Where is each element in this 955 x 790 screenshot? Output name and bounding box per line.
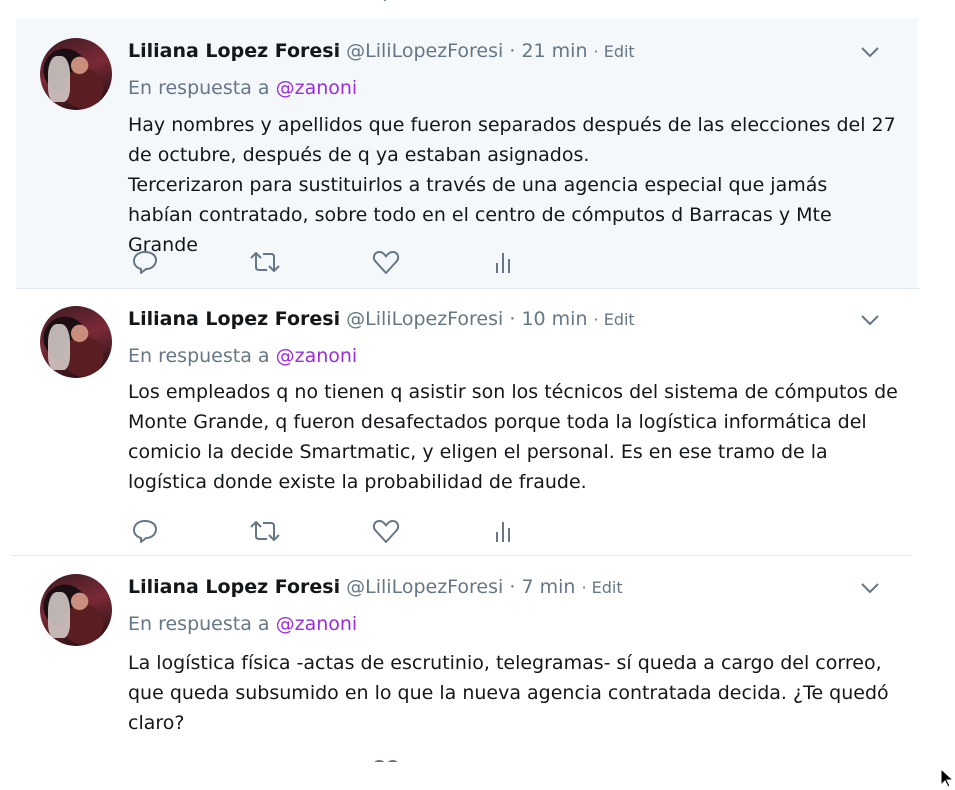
tweet[interactable]: Liliana Lopez Foresi @LiliLopezForesi · … — [0, 18, 955, 288]
tweet[interactable]: Liliana Lopez Foresi @LiliLopezForesi · … — [0, 556, 955, 762]
chevron-down-icon[interactable] — [858, 576, 882, 600]
reply-prefix: En respuesta a — [128, 345, 270, 367]
chevron-down-icon[interactable] — [858, 40, 882, 64]
tweet-header: Liliana Lopez Foresi @LiliLopezForesi · … — [128, 40, 635, 64]
tweet-text: Hay nombres y apellidos que fueron separ… — [128, 110, 898, 260]
edit-link[interactable]: · Edit — [594, 310, 635, 329]
timestamp[interactable]: 7 min — [521, 576, 575, 598]
analytics-icon[interactable] — [492, 0, 516, 6]
reply-prefix: En respuesta a — [128, 613, 270, 635]
tweet-header: Liliana Lopez Foresi @LiliLopezForesi · … — [128, 576, 623, 600]
heart-icon[interactable] — [371, 516, 401, 546]
mention-link[interactable]: @zanoni — [276, 77, 358, 99]
tweet-text-line: La logística física -actas de escrutinio… — [128, 652, 889, 734]
display-name[interactable]: Liliana Lopez Foresi — [128, 308, 340, 330]
tweet[interactable]: Liliana Lopez Foresi @LiliLopezForesi · … — [0, 288, 955, 556]
mouse-cursor-icon — [940, 768, 955, 788]
reply-context: En respuesta a @zanoni — [128, 613, 357, 635]
tweet-header: Liliana Lopez Foresi @LiliLopezForesi · … — [128, 308, 635, 332]
avatar[interactable] — [40, 306, 112, 378]
previous-tweet-actions — [0, 0, 955, 18]
analytics-icon[interactable] — [490, 247, 520, 277]
analytics-icon[interactable] — [490, 756, 520, 762]
edit-link[interactable]: · Edit — [594, 42, 635, 61]
chevron-down-icon[interactable] — [858, 308, 882, 332]
retweet-icon[interactable] — [253, 0, 283, 6]
separator-dot: · — [509, 308, 516, 330]
reply-context: En respuesta a @zanoni — [128, 345, 357, 367]
tweet-actions — [128, 247, 548, 277]
retweet-icon[interactable] — [248, 247, 282, 277]
tweet-text-line: Hay nombres y apellidos que fueron separ… — [128, 114, 896, 166]
tweet-text-line: Los empleados q no tienen q asistir son … — [128, 381, 898, 493]
mention-link[interactable]: @zanoni — [276, 613, 358, 635]
avatar[interactable] — [40, 574, 112, 646]
reply-context: En respuesta a @zanoni — [128, 77, 357, 99]
reply-prefix: En respuesta a — [128, 77, 270, 99]
reply-icon[interactable] — [135, 0, 157, 6]
display-name[interactable]: Liliana Lopez Foresi — [128, 40, 340, 62]
tweet-text: La logística física -actas de escrutinio… — [128, 648, 898, 738]
analytics-icon[interactable] — [490, 516, 520, 546]
heart-icon[interactable] — [374, 0, 396, 6]
retweet-icon[interactable] — [248, 516, 282, 546]
timestamp[interactable]: 21 min — [521, 40, 587, 62]
separator-dot: · — [509, 40, 516, 62]
heart-icon[interactable] — [371, 247, 401, 277]
separator-dot: · — [509, 576, 516, 598]
username[interactable]: @LiliLopezForesi — [346, 308, 503, 330]
mention-link[interactable]: @zanoni — [276, 345, 358, 367]
heart-icon[interactable] — [371, 756, 401, 762]
display-name[interactable]: Liliana Lopez Foresi — [128, 576, 340, 598]
reply-icon[interactable] — [130, 516, 160, 546]
edit-link[interactable]: · Edit — [581, 578, 622, 597]
username[interactable]: @LiliLopezForesi — [346, 576, 503, 598]
avatar[interactable] — [40, 38, 112, 110]
username[interactable]: @LiliLopezForesi — [346, 40, 503, 62]
timestamp[interactable]: 10 min — [521, 308, 587, 330]
tweet-text: Los empleados q no tienen q asistir son … — [128, 377, 898, 497]
reply-icon[interactable] — [130, 247, 160, 277]
tweet-actions — [128, 756, 548, 762]
tweet-actions — [128, 516, 548, 546]
